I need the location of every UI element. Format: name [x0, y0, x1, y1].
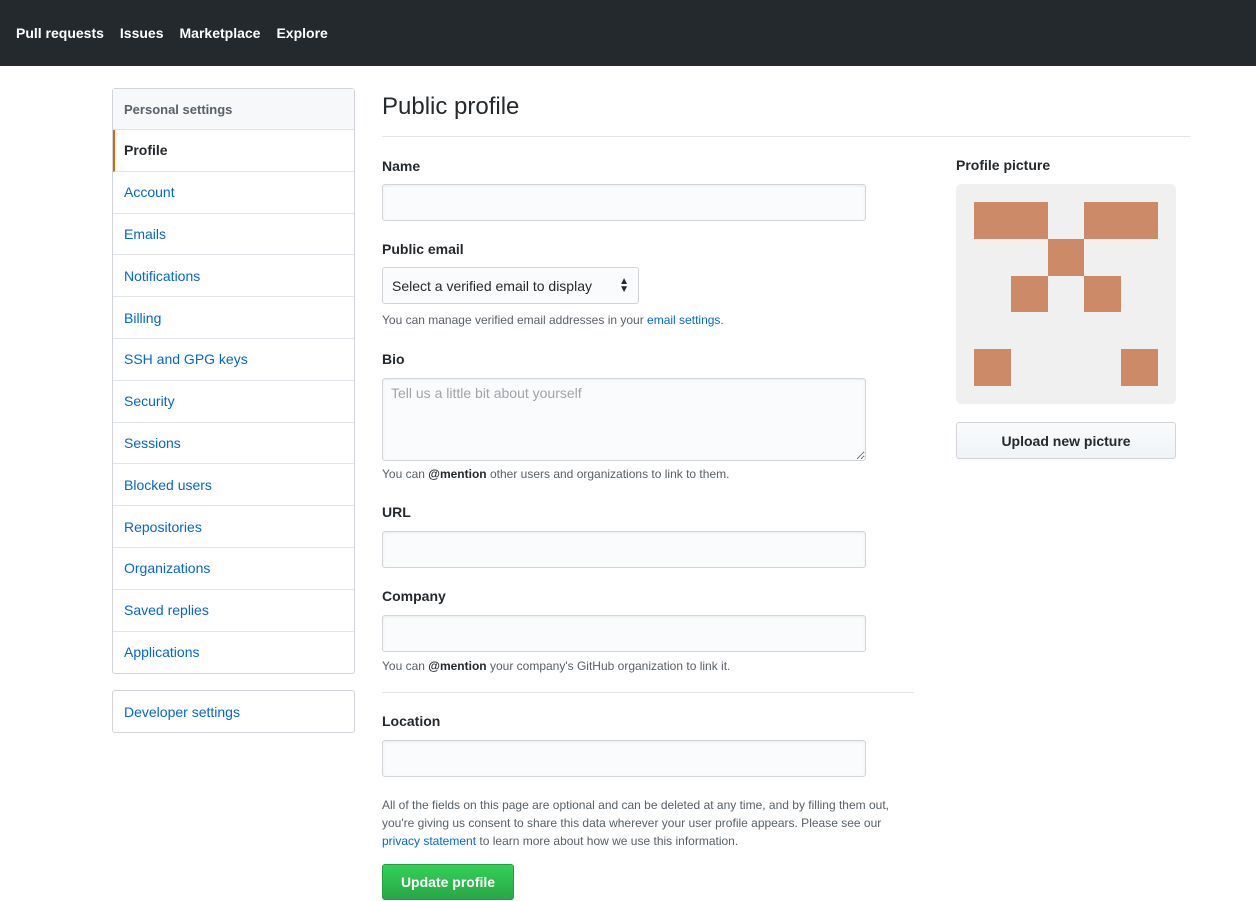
- url-label: URL: [382, 504, 411, 520]
- sidebar-item-blocked-users[interactable]: Blocked users: [113, 464, 354, 507]
- sidebar-item-developer-settings[interactable]: Developer settings: [112, 690, 355, 733]
- consent-text: All of the fields on this page are optio…: [382, 796, 912, 850]
- location-input[interactable]: [382, 740, 866, 777]
- bio-textarea[interactable]: [382, 378, 866, 461]
- nav-explore[interactable]: Explore: [276, 25, 327, 41]
- avatar-pixel: [1048, 239, 1084, 276]
- nav-marketplace[interactable]: Marketplace: [180, 25, 261, 41]
- upload-new-picture-button[interactable]: Upload new picture: [956, 422, 1176, 459]
- bio-label: Bio: [382, 351, 405, 367]
- sidebar-item-saved-replies[interactable]: Saved replies: [113, 590, 354, 632]
- sidebar-item-organizations[interactable]: Organizations: [113, 548, 354, 590]
- public-email-note: You can manage verified email addresses …: [382, 313, 724, 327]
- sidebar-item-account[interactable]: Account: [113, 172, 354, 214]
- avatar-pixel: [1011, 276, 1048, 312]
- bio-note-prefix: You can: [382, 467, 429, 481]
- avatar-pixel: [1121, 349, 1158, 386]
- company-note: You can @mention your company's GitHub o…: [382, 659, 730, 673]
- title-divider: [382, 136, 1190, 137]
- email-settings-link[interactable]: email settings: [647, 313, 720, 327]
- page-title: Public profile: [382, 93, 520, 120]
- avatar-pixel: [1084, 276, 1121, 312]
- sidebar-item-applications[interactable]: Applications: [113, 632, 354, 674]
- public-email-note-suffix: .: [720, 313, 724, 327]
- bio-note: You can @mention other users and organiz…: [382, 467, 729, 481]
- update-profile-button[interactable]: Update profile: [382, 864, 514, 900]
- bio-note-mention: @mention: [428, 467, 487, 481]
- public-email-label: Public email: [382, 241, 464, 257]
- company-input[interactable]: [382, 615, 866, 652]
- company-label: Company: [382, 588, 446, 604]
- public-email-select[interactable]: Select a verified email to display ▲ ▼: [382, 267, 639, 304]
- top-navigation-bar: Pull requests Issues Marketplace Explore: [0, 0, 1256, 66]
- avatar: [956, 184, 1176, 404]
- sidebar-item-sessions[interactable]: Sessions: [113, 423, 354, 465]
- avatar-pixel: [1084, 202, 1158, 239]
- sidebar-item-emails[interactable]: Emails: [113, 214, 354, 256]
- sidebar-item-notifications[interactable]: Notifications: [113, 255, 354, 298]
- company-note-prefix: You can: [382, 659, 429, 673]
- url-input[interactable]: [382, 531, 866, 568]
- privacy-statement-link[interactable]: privacy statement: [382, 834, 476, 848]
- nav-issues[interactable]: Issues: [120, 25, 164, 41]
- avatar-pixel: [974, 202, 1048, 239]
- select-arrows-icon: ▲ ▼: [619, 275, 629, 295]
- sidebar-item-security[interactable]: Security: [113, 381, 354, 423]
- sidebar-item-profile[interactable]: Profile: [113, 130, 354, 172]
- public-email-selected-value: Select a verified email to display: [392, 277, 592, 294]
- settings-sidebar: Personal settings Profile Account Emails…: [112, 88, 355, 675]
- profile-picture-label: Profile picture: [956, 157, 1051, 173]
- bio-note-suffix: other users and organizations to link to…: [486, 467, 730, 481]
- name-input[interactable]: [382, 184, 866, 221]
- consent-text-end: to learn more about how we use this info…: [476, 834, 739, 848]
- company-note-suffix: your company's GitHub organization to li…: [486, 659, 731, 673]
- consent-text-body: All of the fields on this page are optio…: [382, 798, 889, 830]
- sidebar-item-ssh-gpg-keys[interactable]: SSH and GPG keys: [113, 339, 354, 381]
- nav-pull-requests[interactable]: Pull requests: [16, 25, 104, 41]
- public-email-note-text: You can manage verified email addresses …: [382, 313, 648, 327]
- name-label: Name: [382, 158, 421, 174]
- sidebar-item-repositories[interactable]: Repositories: [113, 506, 354, 548]
- avatar-pixel: [974, 349, 1011, 386]
- sidebar-header: Personal settings: [113, 89, 354, 130]
- sidebar-item-billing[interactable]: Billing: [113, 297, 354, 339]
- location-label: Location: [382, 713, 441, 729]
- section-divider: [382, 692, 914, 693]
- company-note-mention: @mention: [428, 659, 487, 673]
